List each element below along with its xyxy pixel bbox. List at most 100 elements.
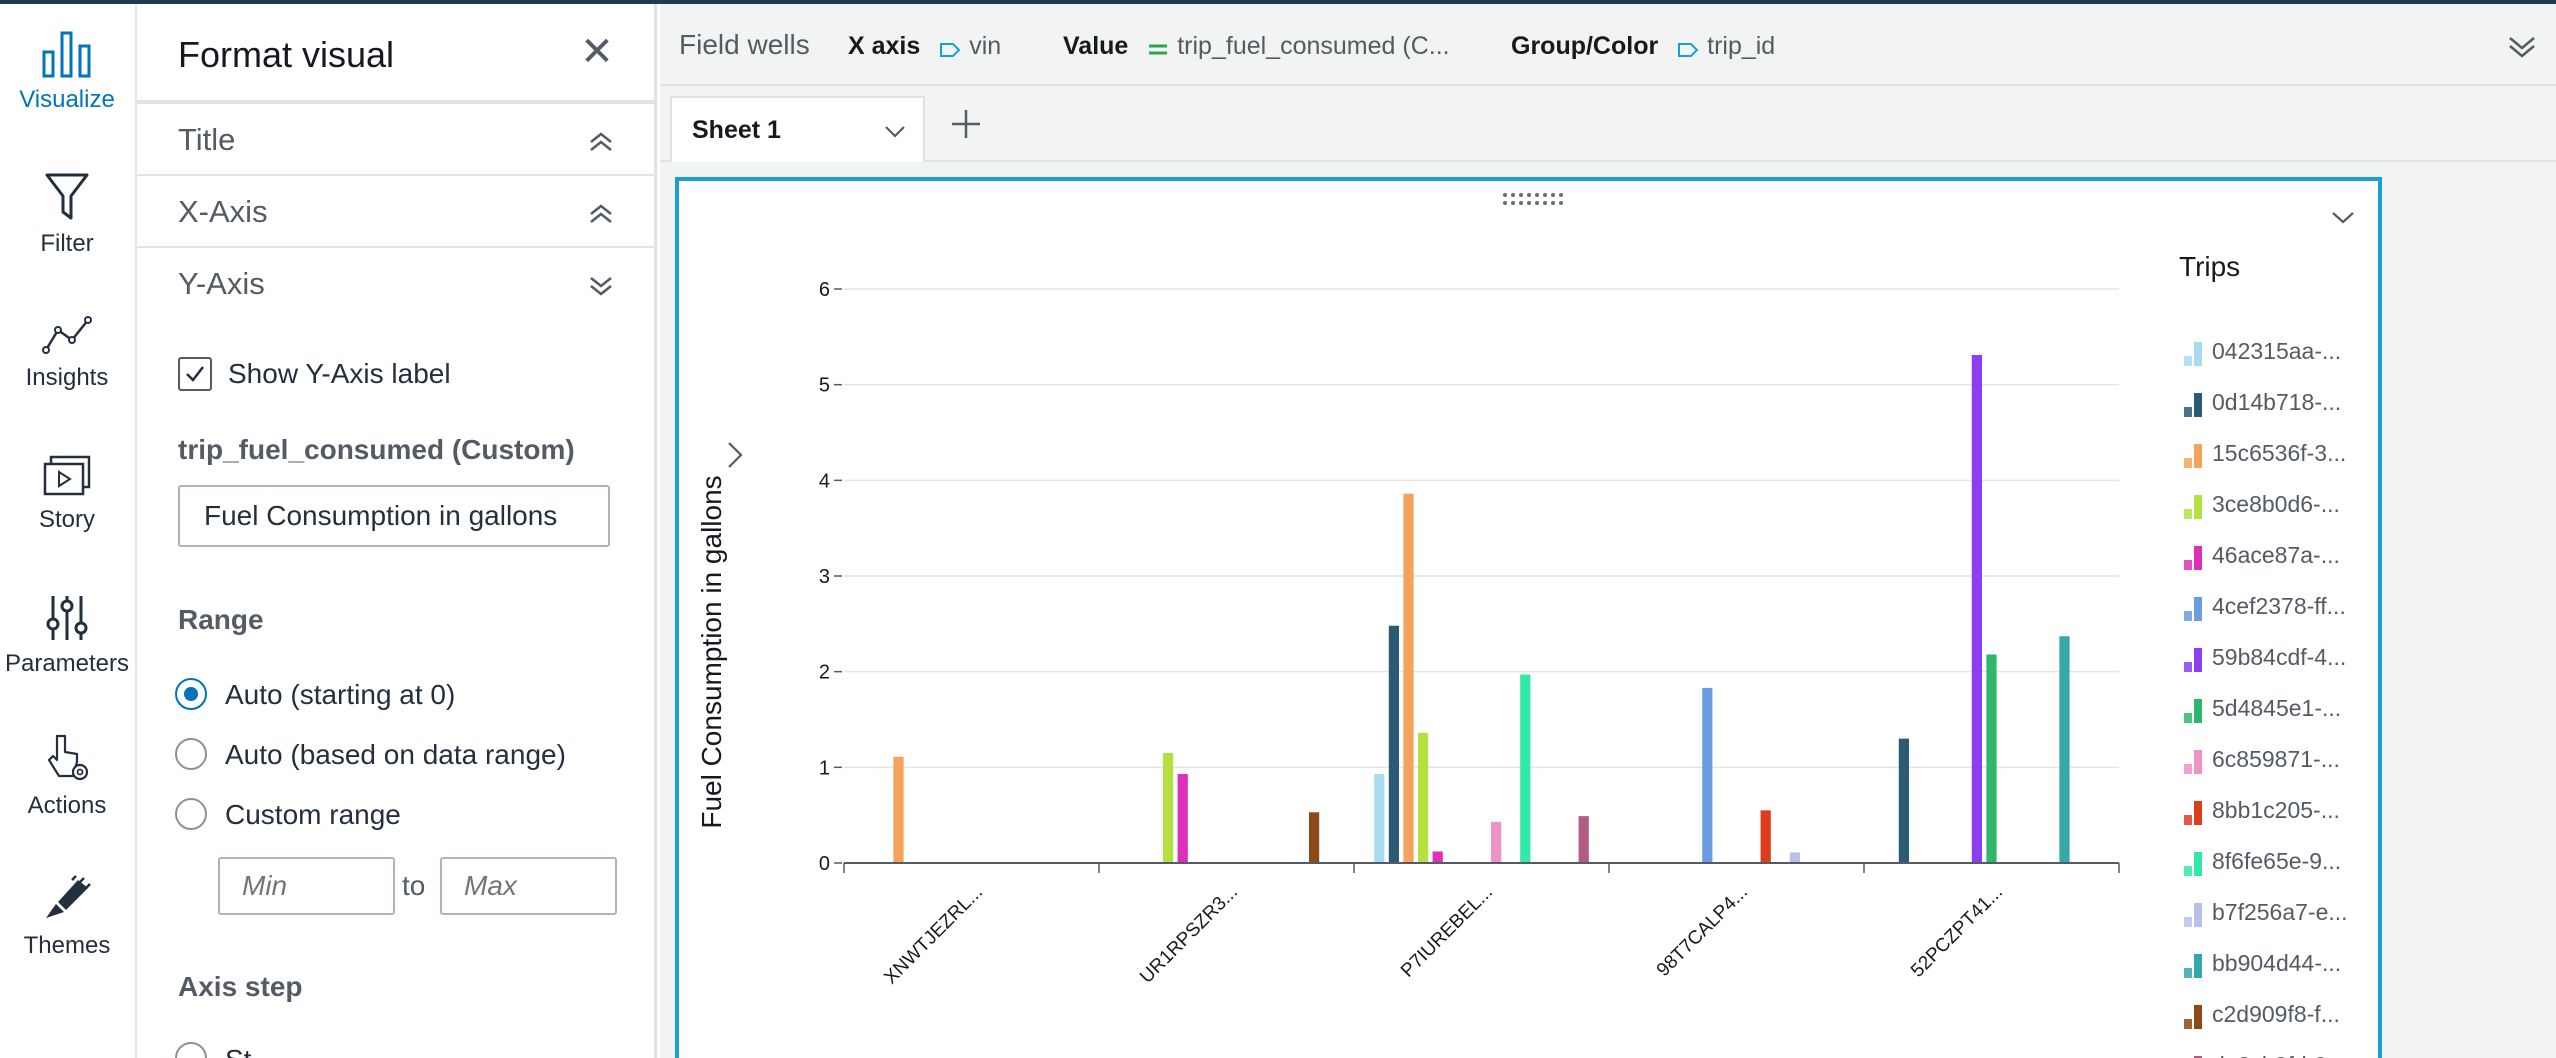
y-axis-label-input[interactable] bbox=[178, 485, 610, 547]
bar[interactable] bbox=[1898, 738, 1910, 863]
chevron-double-down-icon[interactable] bbox=[2504, 28, 2540, 64]
nav-label-story: Story bbox=[38, 506, 95, 533]
legend-swatch bbox=[2184, 750, 2202, 774]
legend-swatch-icon bbox=[2184, 546, 2202, 570]
legend-swatch bbox=[2184, 597, 2202, 621]
bar[interactable] bbox=[1971, 355, 1983, 863]
nav-label-themes: Themes bbox=[23, 932, 111, 959]
field-wells-bar: Field wells X axis vin Value trip_fuel_c… bbox=[660, 4, 2556, 86]
nav-visualize[interactable]: Visualize bbox=[0, 30, 134, 160]
range-max-input[interactable] bbox=[440, 857, 617, 915]
nav-actions[interactable]: Actions bbox=[0, 732, 134, 862]
x-axis-value: vin bbox=[969, 32, 1002, 60]
chevron-down-icon[interactable] bbox=[882, 118, 908, 144]
section-label-x-axis: X-Axis bbox=[178, 194, 268, 229]
group-color-well[interactable]: Group/Color trip_id bbox=[1511, 32, 1775, 66]
bar-chart-icon bbox=[42, 31, 91, 78]
radio-dot bbox=[175, 678, 207, 710]
legend-swatch bbox=[2184, 954, 2202, 978]
range-heading: Range bbox=[178, 604, 264, 635]
add-sheet-icon[interactable] bbox=[948, 106, 984, 142]
bar[interactable] bbox=[1986, 654, 1997, 863]
bar[interactable] bbox=[1490, 821, 1502, 863]
axis-step-radio[interactable] bbox=[175, 1042, 207, 1058]
panel-header: Format visual ✕ bbox=[137, 4, 654, 104]
field-name-heading: trip_fuel_consumed (Custom) bbox=[178, 434, 575, 465]
range-min-input[interactable] bbox=[218, 857, 395, 915]
y-tick-label: 4 bbox=[819, 470, 830, 492]
section-x-axis[interactable]: X-Axis bbox=[137, 176, 654, 248]
y-tick-label: 2 bbox=[819, 662, 830, 684]
y-tick-label: 0 bbox=[819, 853, 830, 875]
legend-label: 8f6fe65e-9... bbox=[2212, 848, 2342, 874]
value-field: trip_fuel_consumed (C... bbox=[1177, 32, 1450, 60]
chevron-double-up-icon bbox=[590, 132, 612, 151]
legend-swatch bbox=[2184, 1005, 2202, 1029]
legend-label: 042315aa-... bbox=[2212, 338, 2342, 364]
nav-insights[interactable]: Insights bbox=[0, 316, 134, 446]
radio-label: Auto (starting at 0) bbox=[225, 679, 456, 710]
nav-label-actions: Actions bbox=[27, 792, 107, 819]
nav-filter[interactable]: Filter bbox=[0, 172, 134, 302]
funnel-icon bbox=[45, 173, 89, 220]
nav-label-visualize: Visualize bbox=[19, 86, 115, 113]
show-y-axis-label-checkbox[interactable] bbox=[178, 357, 212, 391]
x-tick-label: P7IUREBEL... bbox=[1397, 882, 1497, 982]
legend-label: b7f256a7-e... bbox=[2212, 899, 2348, 925]
legend-swatch-icon bbox=[2184, 801, 2202, 825]
analysis-canvas: 0 1 2 3 4 5 6 XNWTJEZRL... UR1RPSZR3... P7IUREBEL… bbox=[660, 162, 2556, 1058]
close-panel-button[interactable]: ✕ bbox=[577, 32, 617, 72]
bar[interactable] bbox=[2059, 636, 2070, 863]
y-tick-label: 6 bbox=[819, 279, 830, 301]
legend-swatch-icon bbox=[2184, 750, 2202, 774]
nav-label-parameters: Parameters bbox=[4, 650, 130, 677]
radio-dot bbox=[175, 798, 207, 830]
panel-title: Format visual bbox=[178, 34, 395, 75]
legend-swatch bbox=[2184, 903, 2202, 927]
sheet-tab-label: Sheet 1 bbox=[692, 116, 781, 144]
bar[interactable] bbox=[1417, 732, 1429, 863]
section-label-y-axis: Y-Axis bbox=[178, 266, 265, 301]
y-tick-label: 1 bbox=[819, 757, 830, 779]
bar[interactable] bbox=[1403, 493, 1414, 863]
legend-label: de2cb9fd-9... bbox=[2212, 1052, 2346, 1058]
nav-parameters[interactable]: Parameters bbox=[0, 594, 134, 724]
check-icon bbox=[186, 366, 204, 382]
bar[interactable] bbox=[1177, 774, 1188, 863]
legend-swatch bbox=[2184, 444, 2202, 468]
value-well[interactable]: Value trip_fuel_consumed (C... bbox=[1063, 32, 1450, 66]
bar[interactable] bbox=[1162, 752, 1174, 863]
nav-themes[interactable]: Themes bbox=[0, 874, 134, 1004]
bar[interactable] bbox=[1432, 851, 1443, 863]
x-axis-well[interactable]: X axis vin bbox=[848, 32, 1001, 66]
tab-sheet-1[interactable]: Sheet 1 bbox=[670, 96, 925, 162]
bar[interactable] bbox=[893, 756, 904, 863]
legend-swatch-icon bbox=[2184, 903, 2202, 927]
bar[interactable] bbox=[1520, 674, 1531, 863]
dimension-tag-icon bbox=[1677, 42, 1699, 57]
bar[interactable] bbox=[1789, 852, 1801, 863]
bar[interactable] bbox=[1702, 687, 1713, 863]
section-title[interactable]: Title bbox=[137, 104, 654, 176]
bar[interactable] bbox=[1388, 625, 1400, 863]
x-tick-label: 52PCZPT41... bbox=[1907, 882, 2007, 982]
legend-swatch bbox=[2184, 852, 2202, 876]
axis-step-label: St... bbox=[225, 1044, 275, 1058]
legend-swatch-icon bbox=[2184, 852, 2202, 876]
legend-label: 6c859871-... bbox=[2212, 746, 2340, 772]
bar[interactable] bbox=[1760, 810, 1771, 863]
x-tick-label: 98T7CALP4... bbox=[1653, 882, 1752, 981]
format-visual-panel: Format visual ✕ Title X-Axis Y-Axis Show… bbox=[137, 4, 657, 1058]
legend-swatch-icon bbox=[2184, 393, 2202, 417]
section-y-axis[interactable]: Y-Axis bbox=[137, 248, 654, 320]
bar[interactable] bbox=[1578, 816, 1589, 863]
bar[interactable] bbox=[1374, 774, 1385, 863]
axis-step-heading: Axis step bbox=[178, 971, 303, 1002]
sheet-tabs-bar: Sheet 1 bbox=[660, 86, 2556, 162]
bar-chart-visual[interactable]: 0 1 2 3 4 5 6 XNWTJEZRL... UR1RPSZR3... P7IUREBEL… bbox=[675, 177, 2382, 1058]
nav-story[interactable]: Story bbox=[0, 454, 134, 584]
chevron-down-icon[interactable] bbox=[2329, 203, 2357, 231]
bar[interactable] bbox=[1308, 812, 1320, 863]
nav-label-insights: Insights bbox=[25, 364, 109, 391]
insights-line-icon bbox=[42, 316, 92, 354]
